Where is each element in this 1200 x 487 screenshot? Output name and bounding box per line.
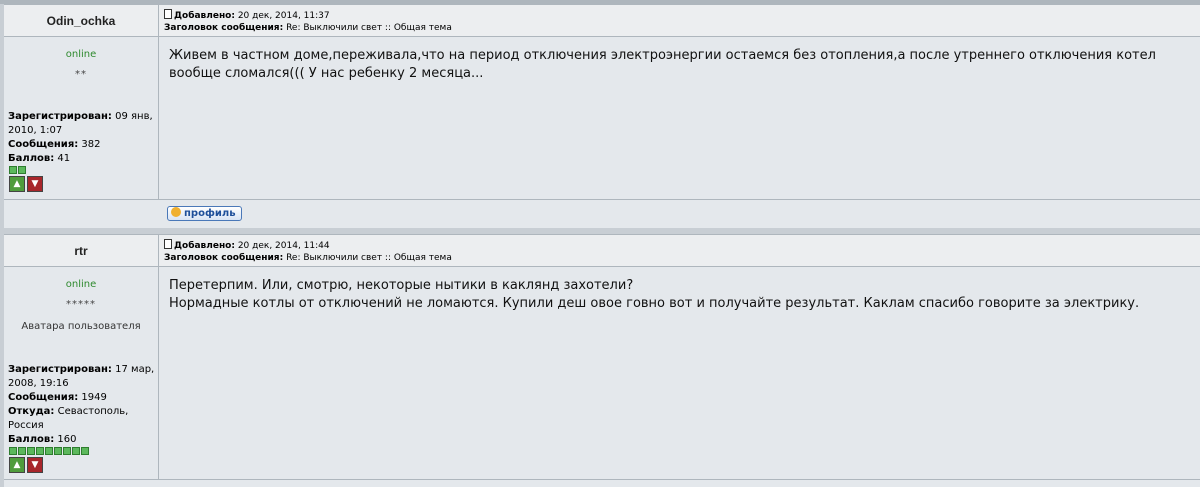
- rating-dots: [9, 447, 90, 455]
- post-footer: профиль: [4, 199, 1200, 228]
- subject-label: Заголовок сообщения:: [164, 253, 284, 263]
- thumbs-down-icon[interactable]: ▼: [27, 457, 43, 473]
- registered-label: Зарегистрирован:: [8, 111, 112, 122]
- points-label: Баллов:: [8, 434, 55, 445]
- post-body: Живем в частном доме,переживала,что на п…: [159, 36, 1200, 199]
- messages-value: 382: [81, 139, 101, 150]
- author-info: Зарегистрирован: 09 янв, 2010, 1:07 Сооб…: [8, 110, 156, 166]
- profile-button-label: профиль: [184, 208, 236, 219]
- user-profile-icon: [171, 207, 181, 217]
- thumbs-up-icon[interactable]: ▲: [9, 176, 25, 192]
- post-body: Перетерпим. Или, смотрю, некоторые нытик…: [159, 266, 1200, 479]
- rating-dot: [72, 447, 80, 455]
- vote-buttons: ▲ ▼: [9, 176, 45, 192]
- profile-button[interactable]: профиль: [167, 206, 242, 221]
- vote-buttons: ▲ ▼: [9, 457, 45, 473]
- rating-dot: [9, 166, 17, 174]
- message-line: Перетерпим. Или, смотрю, некоторые нытик…: [169, 278, 634, 293]
- post-author-nick[interactable]: Odin_ochka: [4, 5, 158, 37]
- post-header: rtr Добавлено: 20 дек, 2014, 11:44 Загол…: [4, 234, 1200, 267]
- message-line: Нормадные котлы от отключений не ломаютс…: [169, 296, 1140, 311]
- subject-text: Re: Выключили свет :: Общая тема: [286, 253, 452, 263]
- points-value: 160: [57, 434, 77, 445]
- author-panel: online ***** Аватара пользователя Зареги…: [4, 266, 158, 479]
- rank-stars: **: [75, 69, 87, 80]
- post-doc-icon[interactable]: [164, 9, 172, 19]
- post-message: Перетерпим. Или, смотрю, некоторые нытик…: [169, 277, 1189, 313]
- rating-dots: [9, 166, 27, 174]
- registered-label: Зарегистрирован:: [8, 364, 112, 375]
- rating-dot: [36, 447, 44, 455]
- rating-dot: [81, 447, 89, 455]
- message-line: Живем в частном доме,переживала,что на п…: [169, 48, 1156, 81]
- points-label: Баллов:: [8, 153, 55, 164]
- post-meta: Добавлено: 20 дек, 2014, 11:44 Заголовок…: [164, 239, 452, 264]
- added-date: 20 дек, 2014, 11:37: [237, 11, 330, 21]
- subject-label: Заголовок сообщения:: [164, 23, 284, 33]
- status-online: online: [65, 279, 97, 290]
- avatar-placeholder: Аватара пользователя: [21, 321, 141, 332]
- thumbs-down-icon[interactable]: ▼: [27, 176, 43, 192]
- rating-dot: [63, 447, 71, 455]
- rating-dot: [18, 447, 26, 455]
- messages-label: Сообщения:: [8, 392, 79, 403]
- post-doc-icon[interactable]: [164, 239, 172, 249]
- rating-dot: [54, 447, 62, 455]
- rating-dot: [45, 447, 53, 455]
- rating-dot: [18, 166, 26, 174]
- rank-stars: *****: [66, 299, 96, 310]
- thumbs-up-icon[interactable]: ▲: [9, 457, 25, 473]
- author-panel: online ** Зарегистрирован: 09 янв, 2010,…: [4, 36, 158, 199]
- post-author-nick[interactable]: rtr: [4, 235, 158, 267]
- post-message: Живем в частном доме,переживала,что на п…: [169, 47, 1189, 83]
- author-info: Зарегистрирован: 17 мар, 2008, 19:16 Соо…: [8, 363, 156, 447]
- forum-thread: Odin_ochka Добавлено: 20 дек, 2014, 11:3…: [0, 0, 1200, 487]
- rating-dot: [9, 447, 17, 455]
- points-value: 41: [57, 153, 71, 164]
- added-date: 20 дек, 2014, 11:44: [237, 241, 330, 251]
- from-label: Откуда:: [8, 406, 55, 417]
- status-online: online: [65, 49, 97, 60]
- post-meta: Добавлено: 20 дек, 2014, 11:37 Заголовок…: [164, 9, 452, 34]
- post-header: Odin_ochka Добавлено: 20 дек, 2014, 11:3…: [4, 4, 1200, 37]
- rating-dot: [27, 447, 35, 455]
- added-label: Добавлено:: [174, 11, 235, 21]
- messages-value: 1949: [81, 392, 107, 403]
- messages-label: Сообщения:: [8, 139, 79, 150]
- subject-text: Re: Выключили свет :: Общая тема: [286, 23, 452, 33]
- added-label: Добавлено:: [174, 241, 235, 251]
